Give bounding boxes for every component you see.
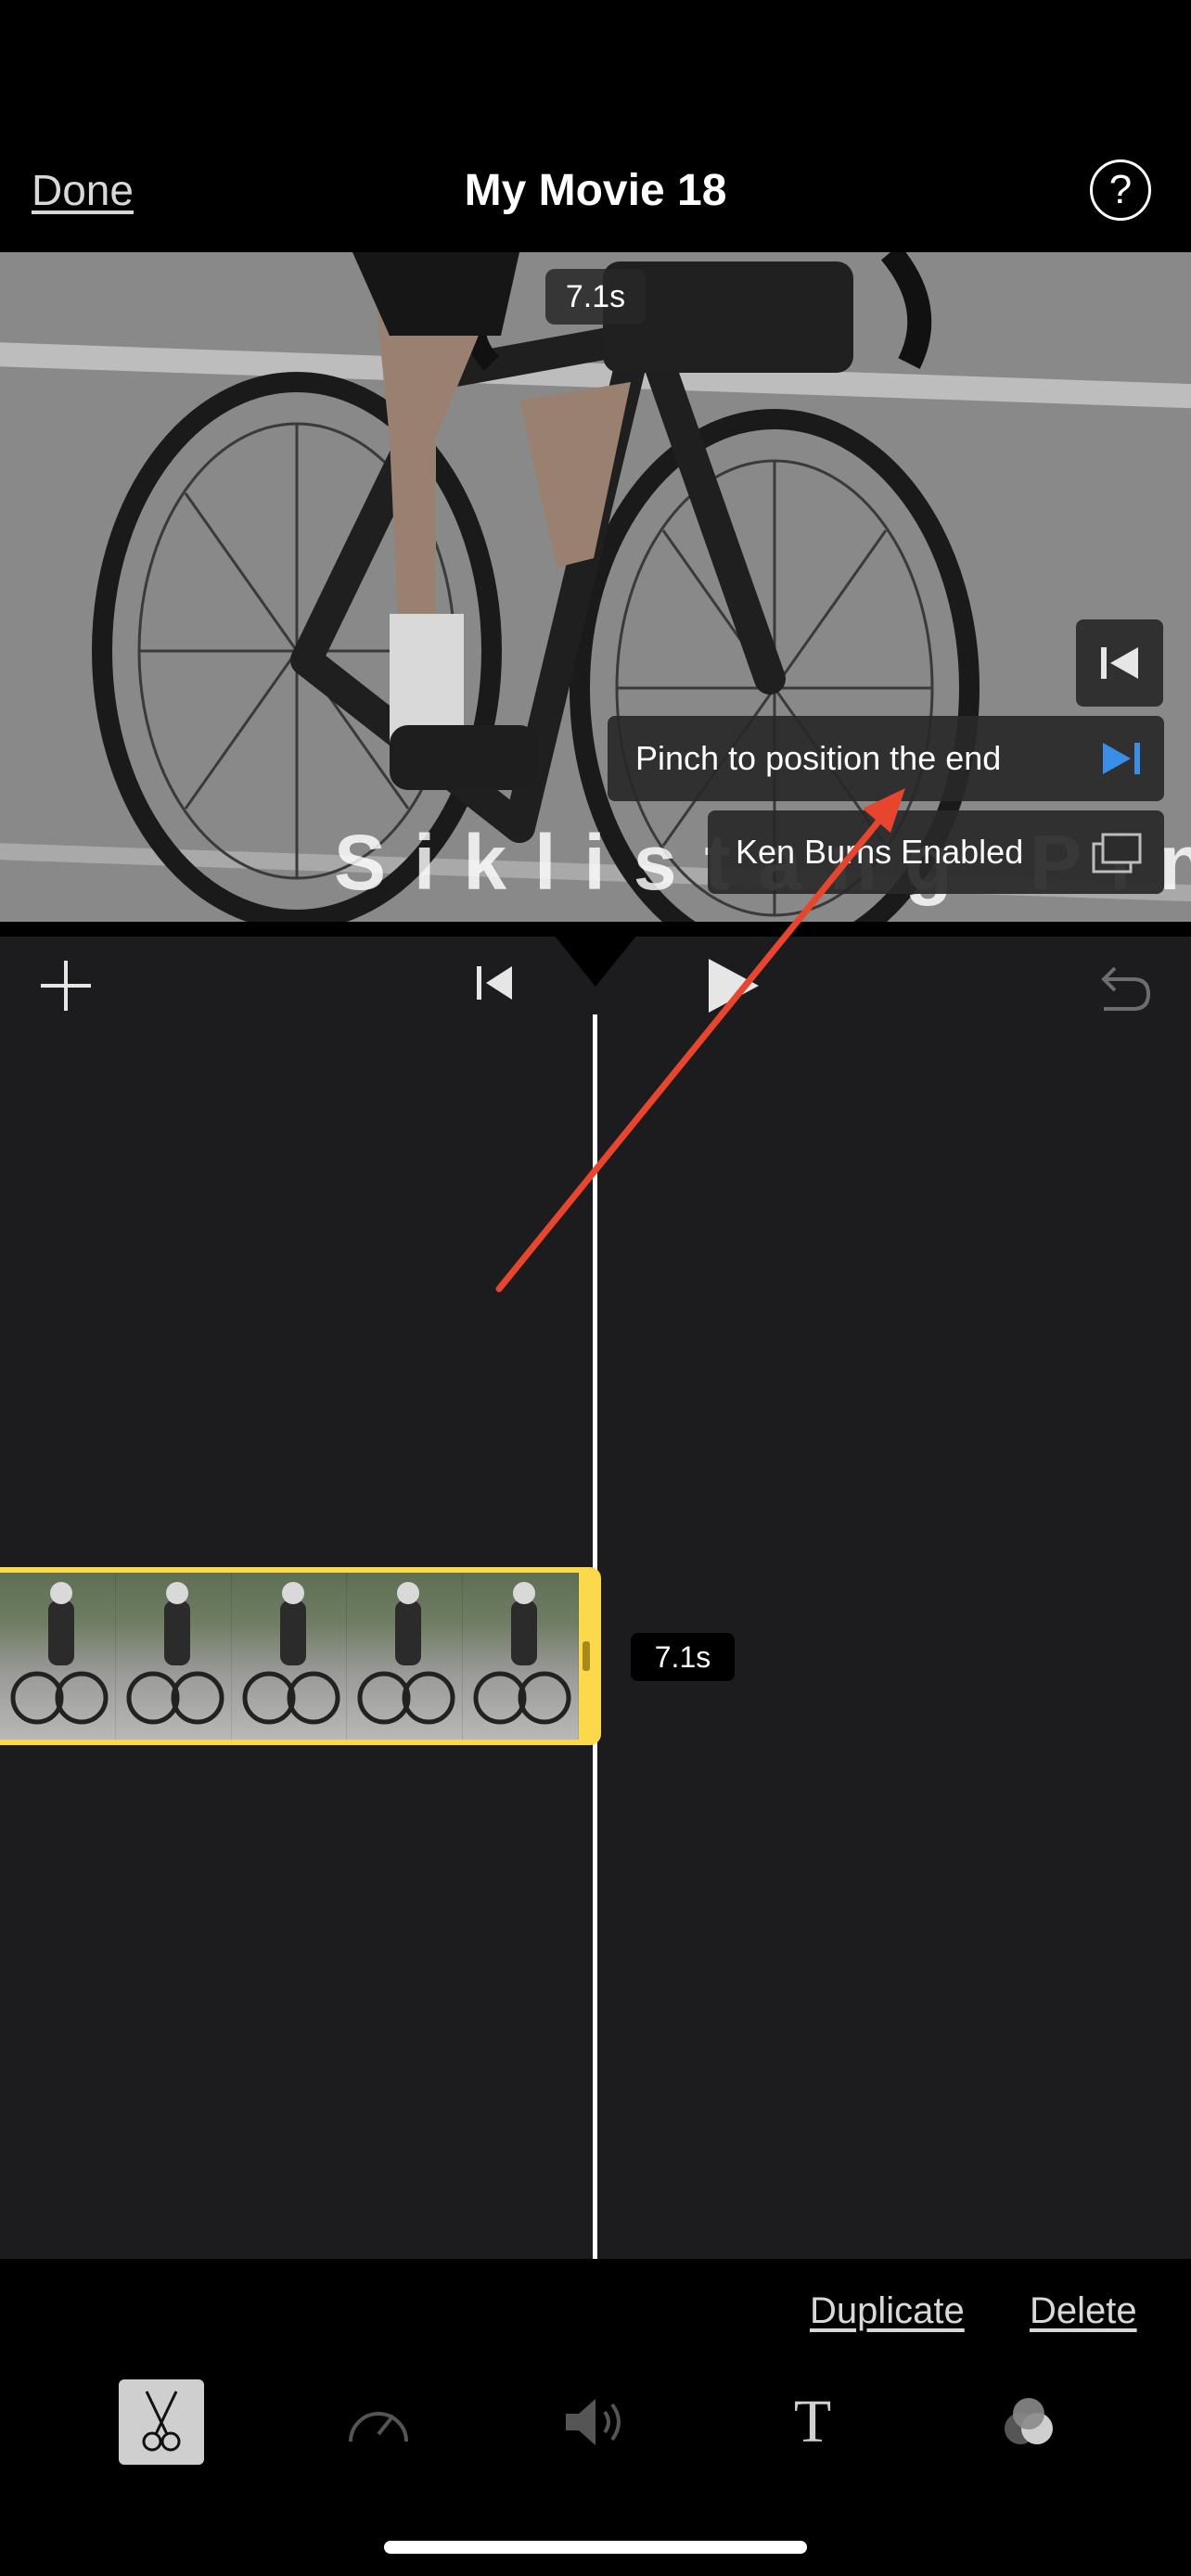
title-tool[interactable]: T xyxy=(770,2379,855,2465)
speed-tool[interactable] xyxy=(336,2379,421,2465)
volume-tool[interactable] xyxy=(553,2379,638,2465)
filters-tool[interactable] xyxy=(987,2379,1072,2465)
filters-icon xyxy=(1005,2398,1053,2444)
volume-icon xyxy=(566,2399,621,2445)
annotation-arrow xyxy=(495,788,905,1293)
title-text-icon: T xyxy=(793,2388,832,2455)
duplicate-button[interactable]: Duplicate xyxy=(810,2290,965,2332)
home-indicator[interactable] xyxy=(384,2541,807,2554)
speed-gauge-icon xyxy=(349,2412,408,2442)
scissors-icon xyxy=(142,2391,181,2452)
scissors-tool[interactable] xyxy=(119,2379,204,2465)
delete-button[interactable]: Delete xyxy=(1030,2290,1137,2332)
